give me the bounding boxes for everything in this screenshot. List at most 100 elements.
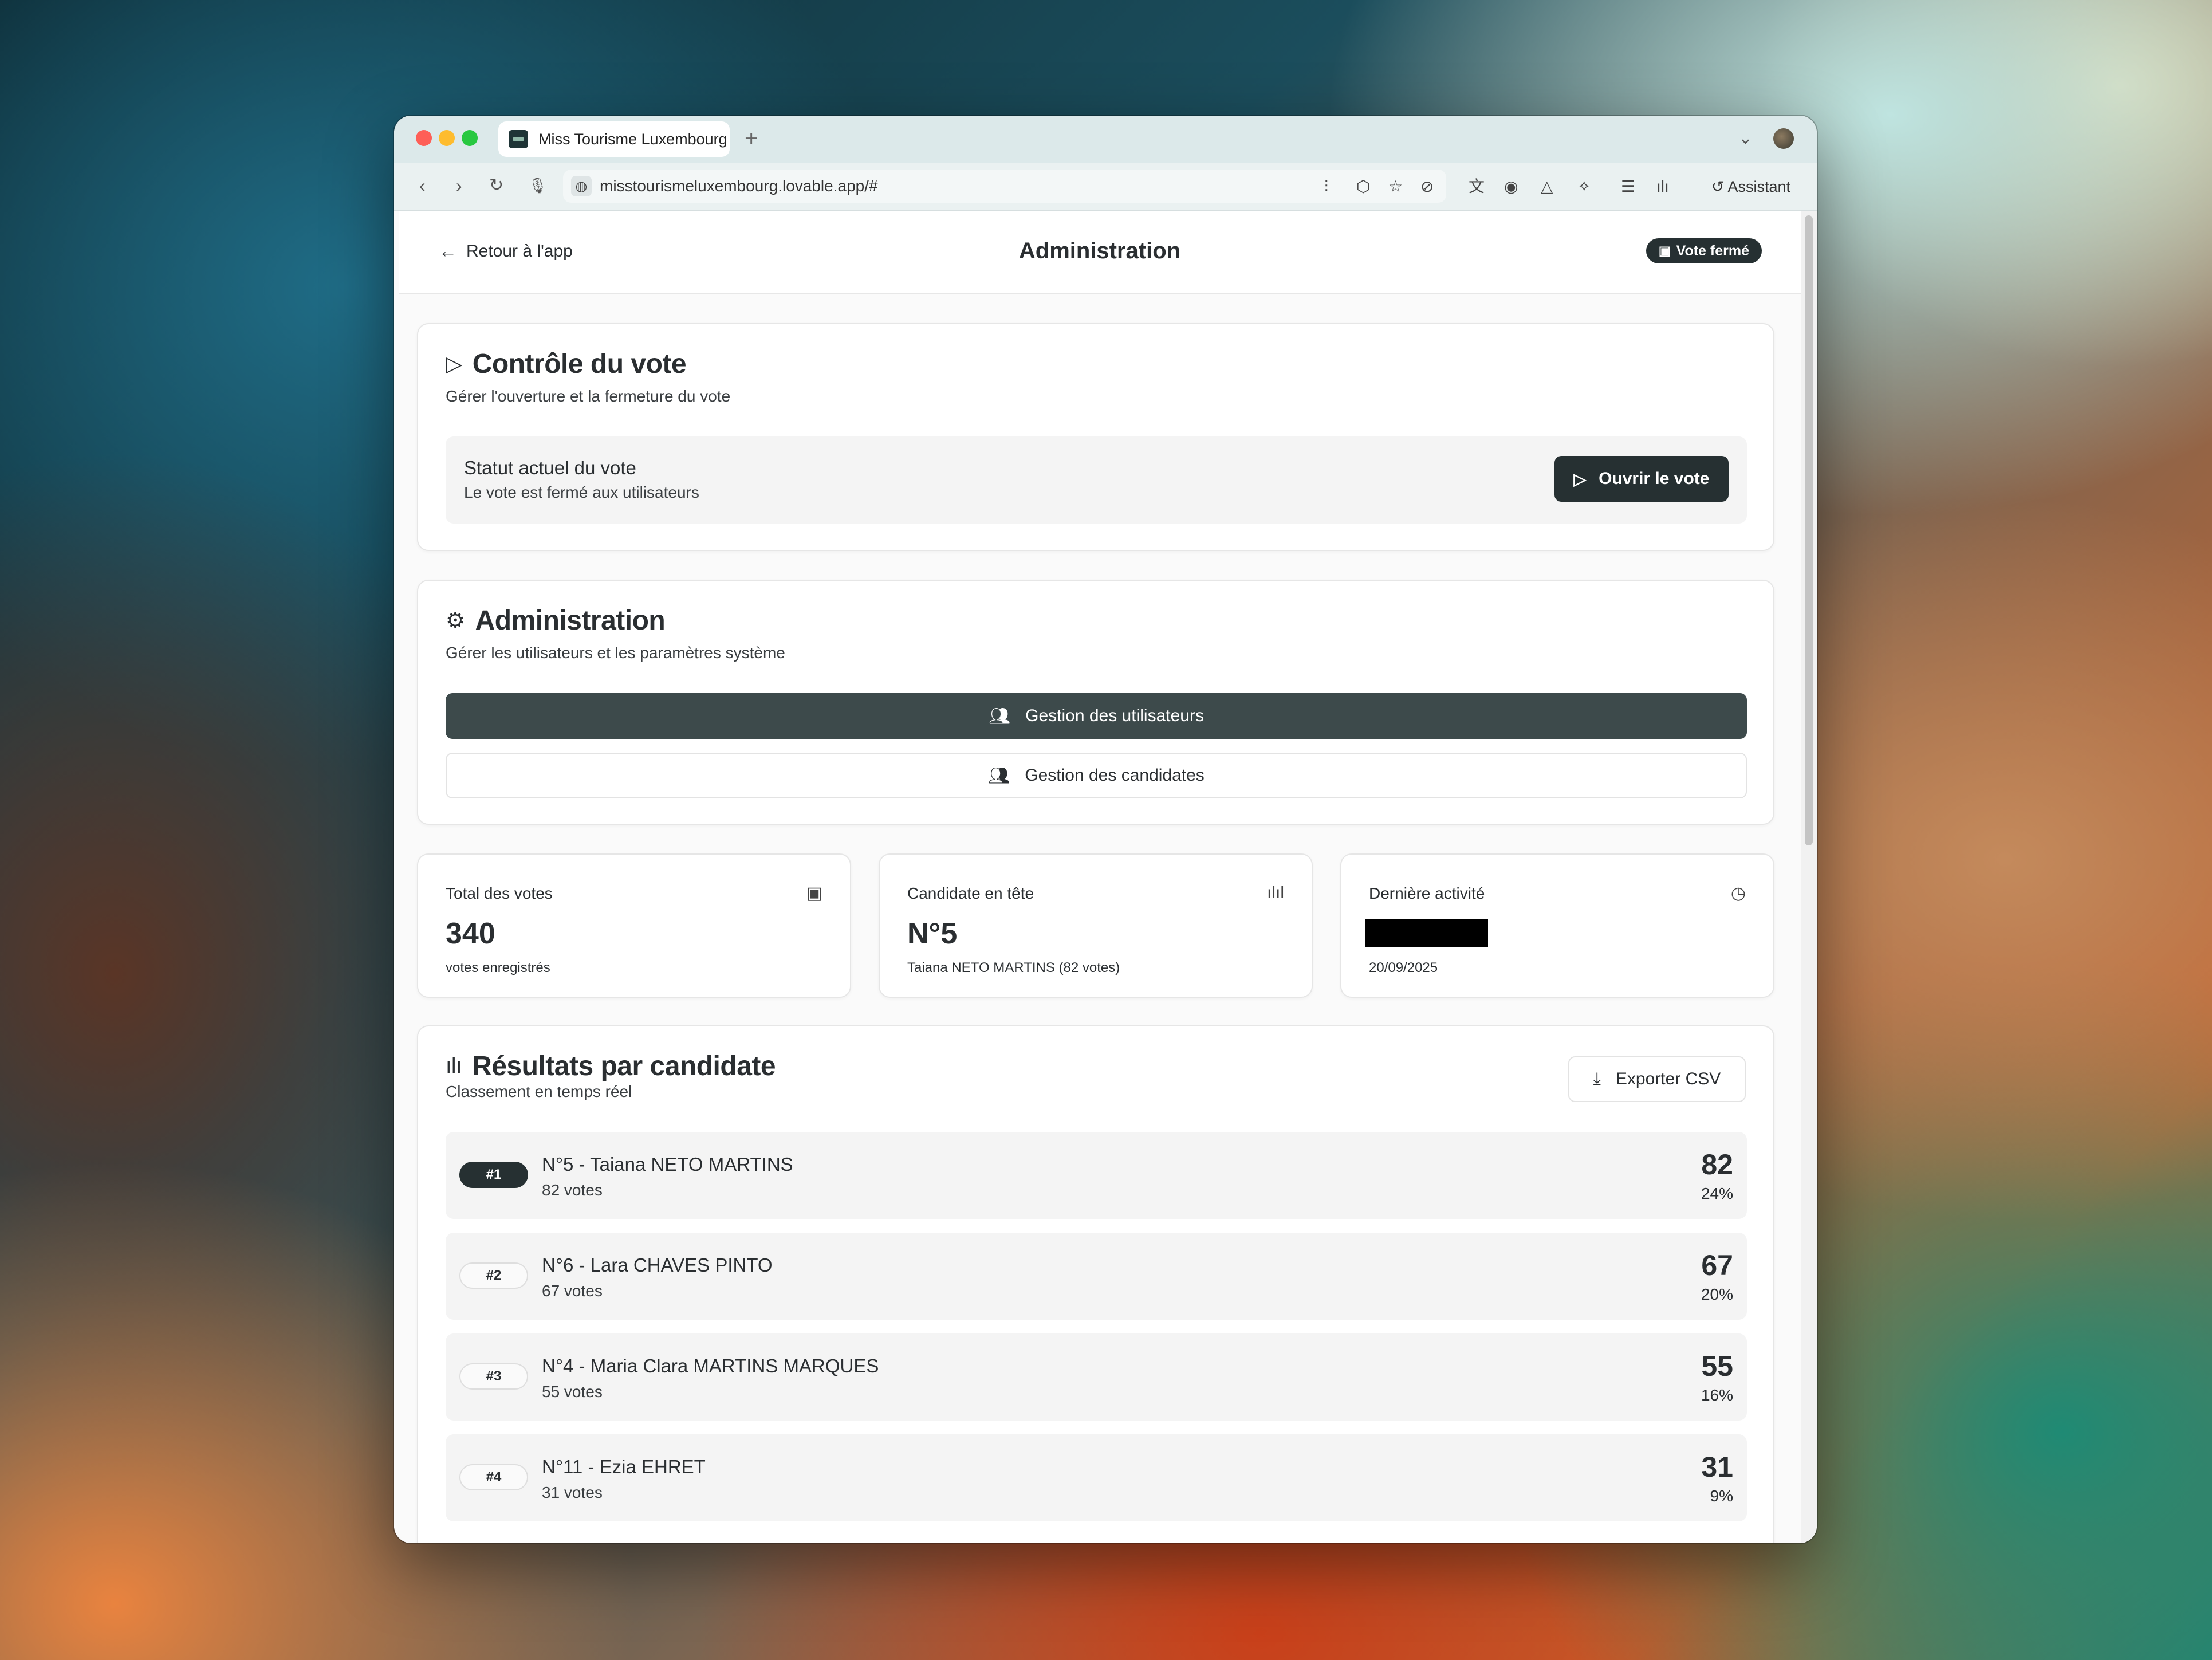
redacted-time: [1365, 919, 1488, 947]
user-management-label: Gestion des utilisateurs: [1025, 706, 1204, 725]
assistant-label: Assistant: [1727, 178, 1790, 195]
vote-control-title-text: Contrôle du vote: [472, 349, 687, 379]
page-viewport: ← Retour à l'app Administration ▣ Vote f…: [394, 211, 1817, 1543]
profile-avatar[interactable]: [1773, 128, 1794, 149]
tab-bar: Miss Tourisme Luxembourg + ⌄: [394, 116, 1817, 163]
bar-chart-icon: ılı: [446, 1054, 462, 1078]
export-csv-button[interactable]: ⤓ Exporter CSV: [1568, 1056, 1746, 1102]
minimize-window-button[interactable]: [439, 130, 455, 146]
administration-title: ⚙ Administration: [446, 605, 666, 636]
candidate-vote-percent: 20%: [1701, 1285, 1733, 1303]
total-votes-label: Total des votes: [446, 884, 553, 902]
vote-status-panel: Statut actuel du vote Le vote est fermé …: [446, 436, 1747, 524]
play-icon: ▷: [446, 352, 462, 376]
open-vote-button[interactable]: ▷ Ouvrir le vote: [1554, 456, 1729, 502]
back-arrow-icon[interactable]: ‹: [419, 174, 426, 197]
extensions-puzzle-icon[interactable]: ✧: [1577, 176, 1591, 197]
user-management-button[interactable]: 👥︎ Gestion des utilisateurs: [446, 693, 1747, 739]
play-icon: ▷: [1573, 470, 1587, 488]
candidate-vote-count: 55: [1701, 1350, 1733, 1382]
candidate-votes: 31 votes: [542, 1484, 603, 1501]
vote-control-subtitle: Gérer l'ouverture et la fermeture du vot…: [446, 387, 731, 405]
forward-arrow-icon[interactable]: ›: [456, 174, 462, 197]
leader-sub: Taiana NETO MARTINS (82 votes): [907, 960, 1120, 975]
rank-badge: #2: [459, 1262, 528, 1289]
candidate-vote-count: 82: [1701, 1148, 1733, 1181]
result-row: #1 N°5 - Taiana NETO MARTINS 82 votes 82…: [446, 1132, 1747, 1219]
total-votes-value: 340: [446, 917, 495, 950]
candidate-vote-percent: 24%: [1701, 1185, 1733, 1202]
ballot-box-icon: ▣: [806, 884, 822, 903]
scrollbar[interactable]: [1801, 211, 1817, 1543]
results-title: ılı Résultats par candidate: [446, 1051, 776, 1082]
shield-icon[interactable]: ⬡: [1356, 176, 1370, 197]
last-activity-card: Dernière activité ◷ 20/09/2025: [1340, 853, 1774, 998]
status-badge-label: Vote fermé: [1676, 242, 1749, 259]
star-icon[interactable]: ☆: [1388, 176, 1403, 197]
globe-icon: ◍: [571, 176, 592, 196]
app-header: ← Retour à l'app Administration ▣ Vote f…: [399, 211, 1801, 294]
candidate-management-button[interactable]: 👥︎ Gestion des candidates: [446, 753, 1747, 798]
audio-wave-icon[interactable]: ılı: [1656, 176, 1669, 197]
vote-control-card: ▷ Contrôle du vote Gérer l'ouverture et …: [417, 323, 1774, 551]
browser-window: Miss Tourisme Luxembourg + ⌄ ‹ › ↻ 🎙 ◍ m…: [394, 116, 1817, 1543]
results-subtitle: Classement en temps réel: [446, 1083, 632, 1100]
vote-status-badge: ▣ Vote fermé: [1646, 238, 1762, 263]
rank-badge: #1: [459, 1162, 528, 1188]
close-window-button[interactable]: [416, 130, 432, 146]
results-card: ılı Résultats par candidate Classement e…: [417, 1025, 1774, 1543]
link-icon[interactable]: ⊘: [1420, 176, 1434, 197]
page-title: Administration: [1018, 238, 1181, 263]
last-activity-date: 20/09/2025: [1369, 960, 1438, 975]
browser-toolbar: ‹ › ↻ 🎙 ◍ misstourismeluxembourg.lovable…: [394, 163, 1817, 211]
total-votes-sub: votes enregistrés: [446, 960, 550, 975]
candidate-name: N°5 - Taiana NETO MARTINS: [542, 1154, 793, 1175]
tab-title: Miss Tourisme Luxembourg: [538, 130, 727, 148]
total-votes-card: Total des votes ▣ 340 votes enregistrés: [417, 853, 851, 998]
candidate-votes: 67 votes: [542, 1282, 603, 1300]
rank-badge: #4: [459, 1464, 528, 1490]
reload-icon[interactable]: ↻: [489, 174, 503, 197]
address-bar[interactable]: ◍ misstourismeluxembourg.lovable.app/#: [563, 170, 1446, 203]
bar-chart-icon: ılıl: [1267, 883, 1284, 902]
clock-icon: ◷: [1730, 884, 1746, 903]
scrollbar-thumb[interactable]: [1805, 215, 1813, 845]
result-row: #4 N°11 - Ezia EHRET 31 votes 31 9%: [446, 1434, 1747, 1521]
new-tab-button[interactable]: +: [745, 124, 758, 154]
microphone-icon[interactable]: 🎙: [528, 174, 547, 197]
candidate-vote-percent: 9%: [1710, 1487, 1733, 1505]
results-title-text: Résultats par candidate: [472, 1051, 776, 1081]
maximize-window-button[interactable]: [462, 130, 478, 146]
password-icon[interactable]: ◉: [1504, 176, 1518, 197]
rank-badge: #3: [459, 1363, 528, 1390]
download-icon: ⤓: [1593, 1069, 1601, 1088]
users-icon: 👥︎: [988, 766, 1010, 785]
administration-subtitle: Gérer les utilisateurs et les paramètres…: [446, 644, 785, 662]
result-row: #2 N°6 - Lara CHAVES PINTO 67 votes 67 2…: [446, 1233, 1747, 1320]
extension-drive-icon[interactable]: △: [1541, 176, 1553, 197]
translate-icon[interactable]: 文: [1469, 176, 1485, 197]
chevron-down-icon[interactable]: ⌄: [1738, 128, 1753, 148]
open-vote-label: Ouvrir le vote: [1599, 469, 1710, 488]
vote-control-title: ▷ Contrôle du vote: [446, 348, 687, 380]
reading-list-icon[interactable]: ☰: [1621, 176, 1635, 197]
leader-card: Candidate en tête ılıl N°5 Taiana NETO M…: [879, 853, 1313, 998]
assistant-icon: ↺: [1711, 178, 1725, 195]
favicon-icon: [509, 130, 528, 148]
candidate-management-label: Gestion des candidates: [1025, 766, 1205, 785]
administration-card: ⚙ Administration Gérer les utilisateurs …: [417, 580, 1774, 825]
candidate-name: N°6 - Lara CHAVES PINTO: [542, 1254, 773, 1276]
vote-status-label: Statut actuel du vote: [464, 457, 636, 478]
vote-box-icon: ▣: [1658, 243, 1671, 258]
gear-icon: ⚙: [446, 609, 465, 633]
assistant-button[interactable]: ↺ Assistant: [1711, 176, 1790, 197]
candidate-vote-count: 31: [1701, 1451, 1733, 1483]
candidate-name: N°4 - Maria Clara MARTINS MARQUES: [542, 1355, 879, 1376]
browser-tab[interactable]: Miss Tourisme Luxembourg: [498, 121, 730, 157]
result-row: #3 N°4 - Maria Clara MARTINS MARQUES 55 …: [446, 1333, 1747, 1421]
vote-status-description: Le vote est fermé aux utilisateurs: [464, 483, 699, 501]
candidate-votes: 82 votes: [542, 1181, 603, 1199]
tune-icon[interactable]: ⫶: [1324, 176, 1328, 197]
leader-value: N°5: [907, 917, 958, 950]
leader-label: Candidate en tête: [907, 884, 1034, 902]
